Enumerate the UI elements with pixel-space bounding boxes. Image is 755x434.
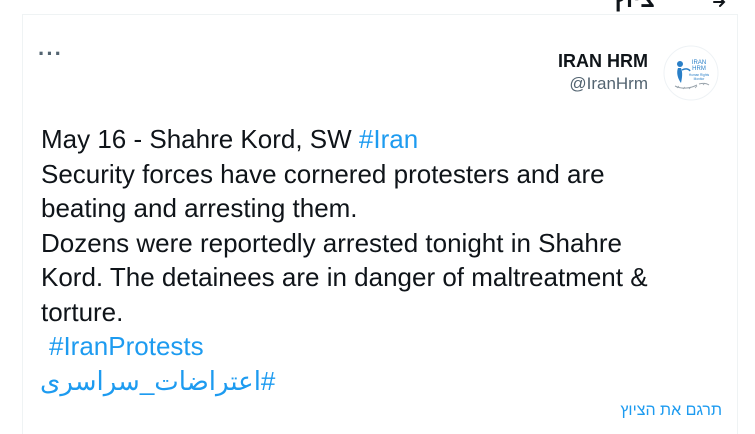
arrow-right-icon[interactable] <box>711 0 727 10</box>
hashtag-iranprotests-link[interactable]: #IranProtests <box>49 330 204 362</box>
tweet-text: May 16 - Shahre Kord, SW #Iran Security … <box>41 122 721 329</box>
hashtag-persian-link[interactable]: #اعتراضات_سراسری <box>40 364 275 398</box>
author-display-name[interactable]: IRAN HRM <box>558 50 648 72</box>
avatar[interactable]: IRAN HRM Human Rights Monitor <box>663 45 719 101</box>
page-title: ציוץ <box>613 0 655 14</box>
hashtag-iran-link[interactable]: #Iran <box>359 124 418 154</box>
tweet-body-text: Security forces have cornered protesters… <box>41 158 648 327</box>
top-header: ציוץ <box>0 0 755 14</box>
iran-hrm-logo-icon: IRAN HRM Human Rights Monitor <box>663 45 719 101</box>
svg-text:Monitor: Monitor <box>694 77 706 81</box>
tweet-text-line1-prefix: May 16 - Shahre Kord, SW <box>41 124 359 154</box>
translate-tweet-link[interactable]: תרגם את הציוץ <box>620 402 722 420</box>
author-handle[interactable]: @IranHrm <box>558 72 648 96</box>
divider <box>22 14 738 15</box>
svg-text:HRM: HRM <box>692 66 706 72</box>
tweet-author[interactable]: IRAN HRM @IranHrm <box>558 50 648 96</box>
more-options-button[interactable]: ··· <box>38 43 63 65</box>
